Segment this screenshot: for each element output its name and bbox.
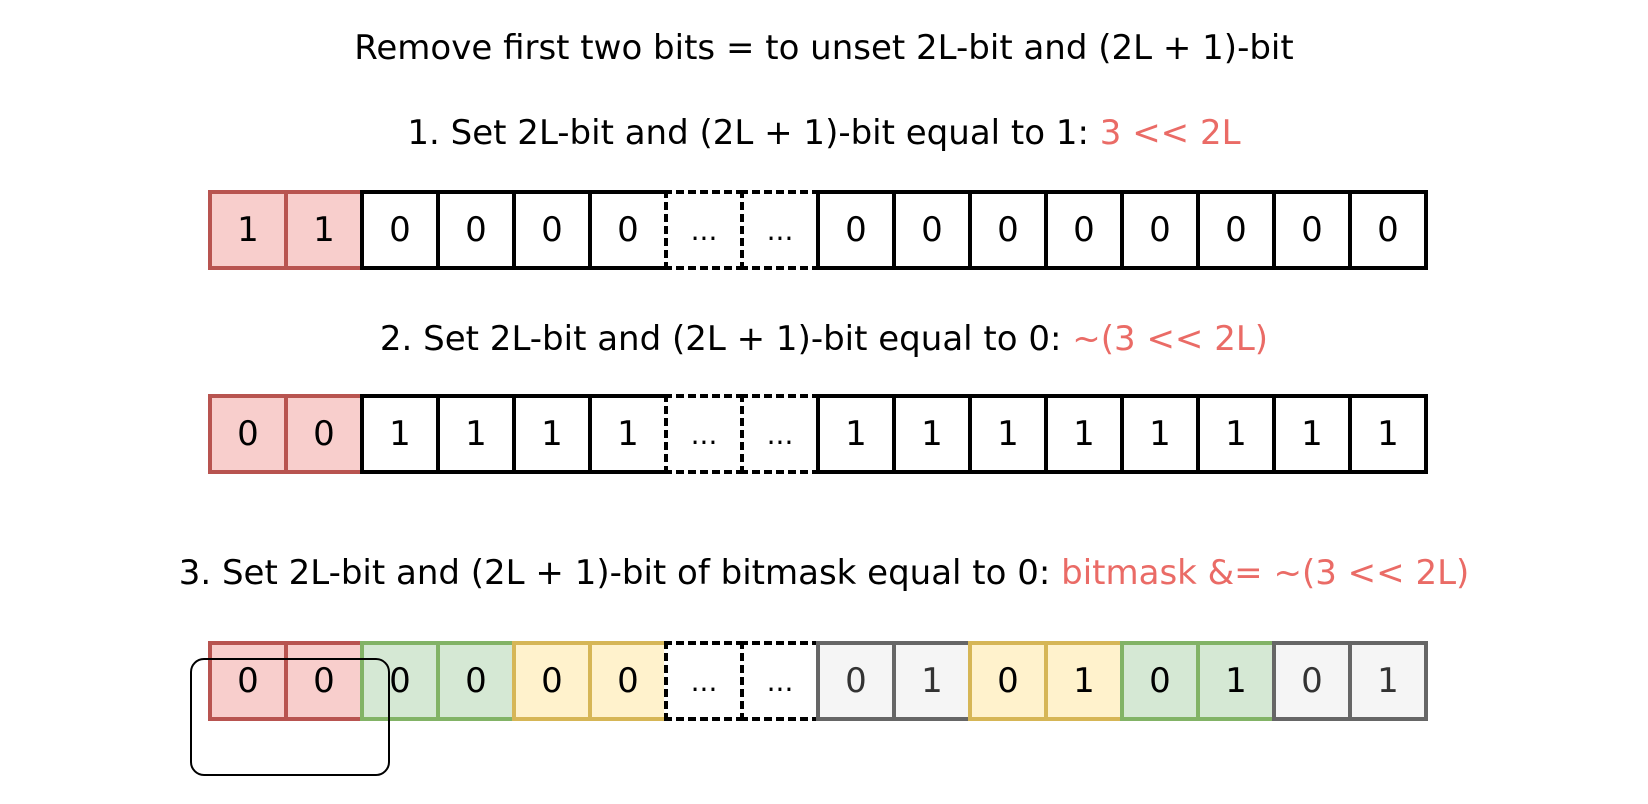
bit-cell: 0 (512, 641, 592, 721)
bit-cell: 1 (892, 394, 972, 474)
step-3-code: bitmask &= ~(3 << 2L) (1061, 553, 1470, 593)
bit-cell: 0 (892, 190, 972, 270)
bit-cell: 1 (1348, 394, 1428, 474)
bit-cell: 1 (512, 394, 592, 474)
bit-cell: 1 (360, 394, 440, 474)
bit-cell: 0 (512, 190, 592, 270)
bit-cell: 0 (968, 190, 1048, 270)
bit-cell: 1 (892, 641, 972, 721)
bit-cell: 0 (968, 641, 1048, 721)
bit-cell: 0 (588, 190, 668, 270)
bit-cell: 1 (1196, 394, 1276, 474)
ellipsis-cell: ... (664, 394, 744, 474)
bit-cell: 0 (436, 641, 516, 721)
bit-cell: 0 (436, 190, 516, 270)
step-3-text: 3. Set 2L-bit and (2L + 1)-bit of bitmas… (178, 553, 1062, 593)
step-1-text: 1. Set 2L-bit and (2L + 1)-bit equal to … (407, 113, 1100, 153)
bit-cell: 0 (816, 190, 896, 270)
bit-cell: 1 (436, 394, 516, 474)
ellipsis-cell: ... (740, 641, 820, 721)
bit-cell: 1 (968, 394, 1048, 474)
bit-cell: 1 (1272, 394, 1352, 474)
bit-cell: 1 (1044, 394, 1124, 474)
bit-cell: 0 (208, 394, 288, 474)
bit-cell: 0 (588, 641, 668, 721)
removed-bits-bracket (190, 658, 390, 776)
ellipsis-cell: ... (664, 641, 744, 721)
bit-cell: 0 (1120, 190, 1200, 270)
step-2-caption: 2. Set 2L-bit and (2L + 1)-bit equal to … (0, 319, 1648, 359)
bit-cell: 1 (588, 394, 668, 474)
bit-cell: 0 (284, 394, 364, 474)
bit-cell: 0 (1272, 190, 1352, 270)
ellipsis-cell: ... (740, 394, 820, 474)
bit-cell: 0 (1272, 641, 1352, 721)
bit-cell: 0 (1196, 190, 1276, 270)
bit-cell: 0 (816, 641, 896, 721)
diagram-title: Remove first two bits = to unset 2L-bit … (354, 28, 1294, 68)
step-1-caption: 1. Set 2L-bit and (2L + 1)-bit equal to … (0, 113, 1648, 153)
bit-cell: 1 (284, 190, 364, 270)
bit-cell: 1 (816, 394, 896, 474)
bit-cell: 1 (1348, 641, 1428, 721)
step-3-caption: 3. Set 2L-bit and (2L + 1)-bit of bitmas… (0, 553, 1648, 593)
bit-cell: 0 (1348, 190, 1428, 270)
ellipsis-cell: ... (740, 190, 820, 270)
bit-cell: 0 (360, 190, 440, 270)
bit-cell: 1 (1196, 641, 1276, 721)
bit-cell: 0 (1044, 190, 1124, 270)
step-1-code: 3 << 2L (1099, 113, 1241, 153)
bit-cell: 1 (208, 190, 288, 270)
step-2-text: 2. Set 2L-bit and (2L + 1)-bit equal to … (379, 319, 1073, 359)
ellipsis-cell: ... (664, 190, 744, 270)
bit-cell: 0 (1120, 641, 1200, 721)
step-2-code: ~(3 << 2L) (1072, 319, 1269, 359)
bit-cell: 1 (1120, 394, 1200, 474)
bit-cell: 1 (1044, 641, 1124, 721)
